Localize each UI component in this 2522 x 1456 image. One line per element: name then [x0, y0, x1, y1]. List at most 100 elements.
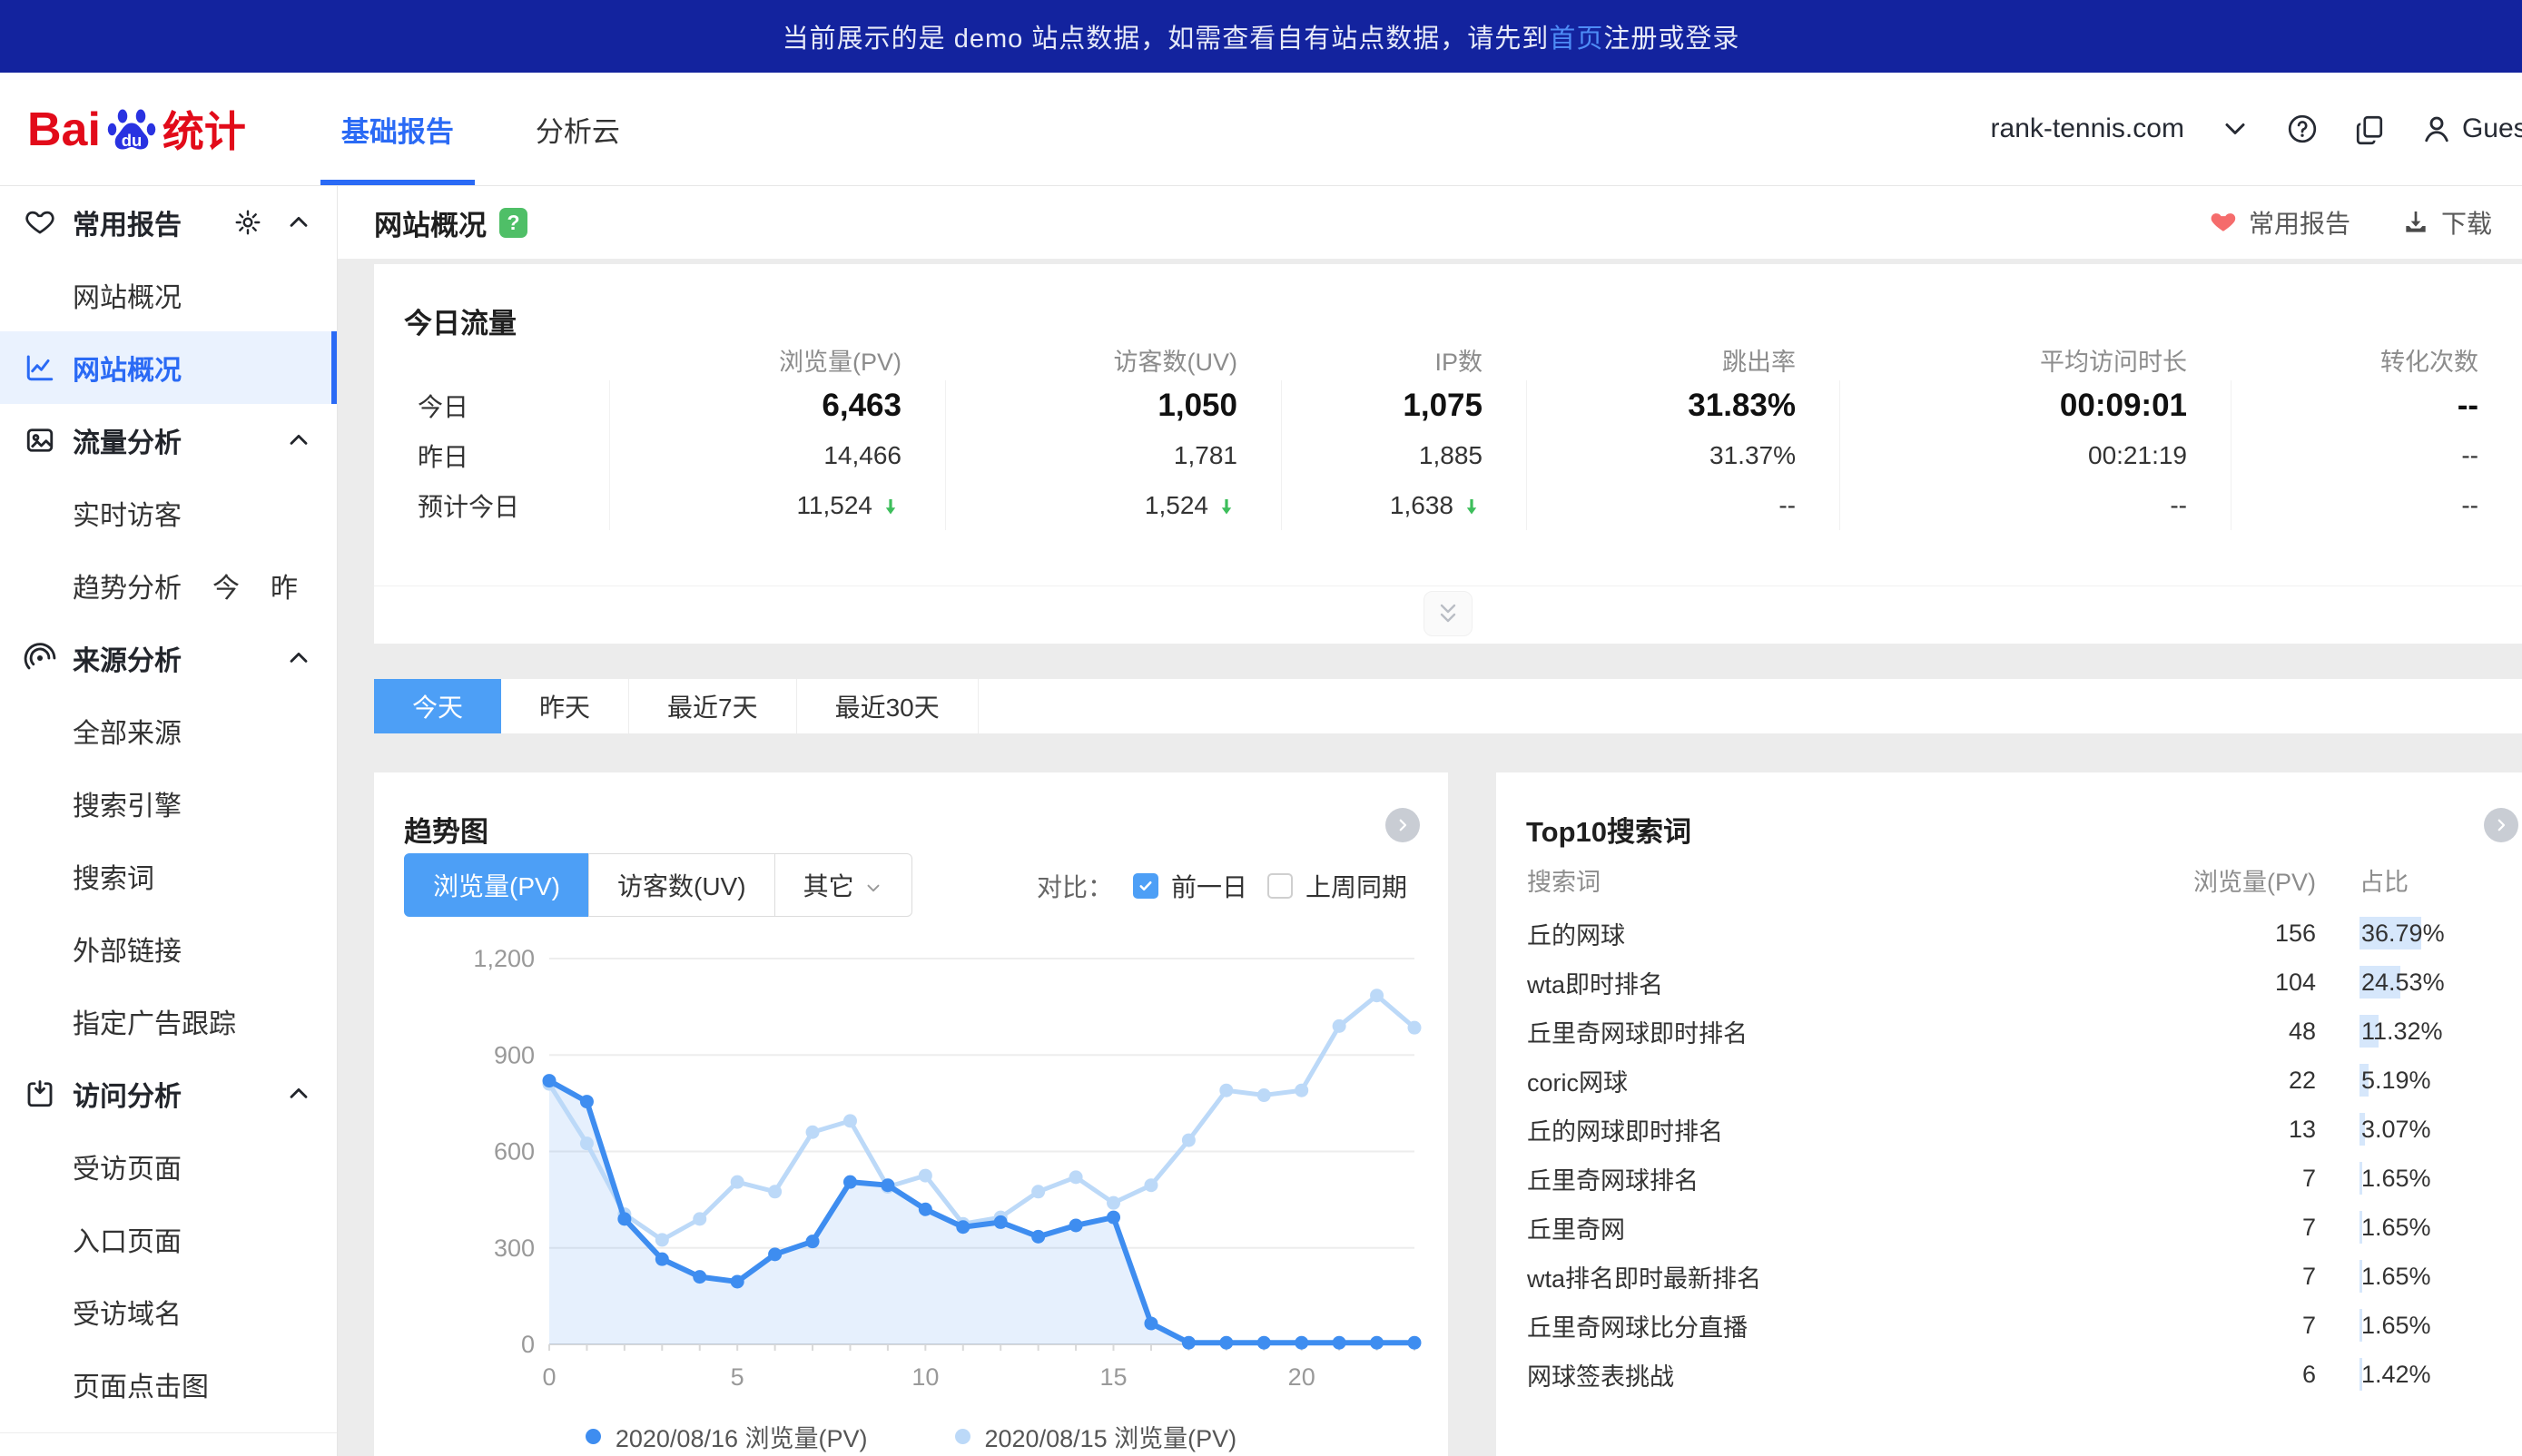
sidebar-item-all-sources[interactable]: 全部来源: [0, 694, 337, 767]
chevron-up-icon: [284, 426, 313, 455]
download-label: 下载: [2441, 204, 2492, 241]
sidebar-item-search-terms[interactable]: 搜索词: [0, 840, 337, 912]
legend-item[interactable]: 2020/08/15 浏览量(PV): [955, 1419, 1237, 1454]
trend-down-arrow-icon: [1216, 495, 1237, 516]
search-term-share: 11.32%: [2359, 1018, 2522, 1046]
chevron-up-icon: [284, 208, 313, 237]
sidebar-item-label: 指定广告跟踪: [73, 1001, 236, 1041]
tab-analysis-cloud[interactable]: 分析云: [495, 73, 661, 185]
user-name: Guest: [2462, 113, 2522, 144]
top10-row[interactable]: 网球签表挑战61.42%: [1496, 1350, 2522, 1399]
sidebar-item-favorites[interactable]: 常用报告: [0, 186, 337, 259]
trend-icon: [24, 351, 56, 384]
sidebar-item-visited-domains[interactable]: 受访域名: [0, 1275, 337, 1348]
search-term: wta排名即时最新排名: [1527, 1259, 2180, 1294]
top10-row[interactable]: 丘里奇网球排名71.65%: [1496, 1154, 2522, 1203]
chevron-up-icon: [284, 1079, 313, 1108]
top10-row[interactable]: 丘里奇网球比分直播71.65%: [1496, 1301, 2522, 1350]
sidebar-item-traffic-analysis[interactable]: 流量分析: [0, 404, 337, 477]
traffic-column-header: 平均访问时长: [1839, 342, 2231, 378]
home-link[interactable]: 首页: [1549, 17, 1603, 55]
sidebar-item-entry-pages[interactable]: 入口页面: [0, 1203, 337, 1275]
sidebar-item-page-click-map[interactable]: 页面点击图: [0, 1348, 337, 1421]
svg-text:600: 600: [494, 1138, 535, 1166]
top10-row[interactable]: coric网球225.19%: [1496, 1056, 2522, 1105]
top10-row[interactable]: wta排名即时最新排名71.65%: [1496, 1252, 2522, 1301]
expand-more-button[interactable]: [1424, 591, 1473, 636]
traffic-value: 1,050: [945, 380, 1281, 430]
sidebar-item-realtime-visitors[interactable]: 实时访客: [0, 477, 337, 549]
today-traffic-table: 浏览量(PV)访客数(UV)IP数跳出率平均访问时长转化次数今日6,4631,0…: [374, 339, 2522, 530]
sidebar-item-label: 常用报告: [73, 202, 182, 242]
legend-item[interactable]: 2020/08/16 浏览量(PV): [586, 1419, 868, 1454]
search-term-pv: 6: [2180, 1361, 2316, 1389]
sidebar-item-source-analysis[interactable]: 来源分析: [0, 622, 337, 694]
search-term: 丘里奇网: [1527, 1210, 2180, 1245]
range-tab-2[interactable]: 最近7天: [629, 679, 797, 733]
sidebar-item-visit-analysis[interactable]: 访问分析: [0, 1058, 337, 1130]
sidebar-item-label: 网站概况: [73, 275, 182, 315]
download-button[interactable]: 下载: [2401, 204, 2492, 241]
search-term-pv: 7: [2180, 1312, 2316, 1340]
search-term: 丘里奇网球排名: [1527, 1161, 2180, 1196]
top10-detail-arrow-button[interactable]: [2484, 808, 2518, 842]
range-tab-3[interactable]: 最近30天: [797, 679, 979, 733]
svg-text:0: 0: [542, 1363, 556, 1391]
copy-icon[interactable]: [2353, 113, 2386, 145]
help-icon[interactable]: [2286, 113, 2319, 145]
chart-legend: 2020/08/16 浏览量(PV) 2020/08/15 浏览量(PV): [374, 1419, 1448, 1454]
sidebar-item-visited-pages[interactable]: 受访页面: [0, 1130, 337, 1203]
top10-row[interactable]: 丘的网球即时排名133.07%: [1496, 1105, 2522, 1154]
sidebar-item-site-overview-fav[interactable]: 网站概况: [0, 259, 337, 331]
site-selector[interactable]: rank-tennis.com: [1991, 113, 2184, 144]
top10-row[interactable]: wta即时排名10424.53%: [1496, 958, 2522, 1007]
sidebar-item-ad-tracking[interactable]: 指定广告跟踪: [0, 985, 337, 1058]
top10-row[interactable]: 丘里奇网71.65%: [1496, 1203, 2522, 1252]
user-menu[interactable]: Guest: [2420, 113, 2522, 145]
favorite-report-button[interactable]: 常用报告: [2209, 204, 2350, 241]
traffic-row-label: 今日: [374, 388, 609, 424]
sidebar-item-label: 搜索词: [73, 856, 154, 896]
gear-icon[interactable]: [233, 208, 262, 237]
help-badge-icon[interactable]: ?: [499, 208, 527, 238]
search-term-pv: 104: [2180, 969, 2316, 997]
traffic-value: --: [2231, 480, 2522, 530]
traffic-value: 1,781: [945, 430, 1281, 480]
sidebar-item-label: 网站概况: [73, 348, 182, 388]
range-tab-0[interactable]: 今天: [374, 679, 501, 733]
traffic-value: 31.37%: [1526, 430, 1839, 480]
sidebar-item-label: 来源分析: [73, 638, 182, 678]
banner-text-after: 注册或登录: [1603, 17, 1739, 55]
svg-text:du: du: [122, 131, 143, 150]
top10-row[interactable]: 丘里奇网球即时排名4811.32%: [1496, 1007, 2522, 1056]
traffic-value: 1,885: [1281, 430, 1526, 480]
sidebar-item-label: 受访页面: [73, 1146, 182, 1186]
top10-row[interactable]: 丘的网球15636.79%: [1496, 909, 2522, 958]
sidebar-item-site-overview[interactable]: 网站概况: [0, 331, 337, 404]
traffic-value: --: [2231, 380, 2522, 430]
top10-title: Top10搜索词: [1526, 809, 1691, 850]
heart-icon: [24, 206, 56, 239]
traffic-value: 00:21:19: [1839, 430, 2231, 480]
sidebar-quick-link[interactable]: 昨: [271, 566, 298, 605]
sidebar-quick-link[interactable]: 今: [212, 566, 240, 605]
top10-col-pv: 浏览量(PV): [2180, 862, 2316, 898]
svg-text:1,200: 1,200: [473, 945, 535, 972]
sidebar-item-external-links[interactable]: 外部链接: [0, 912, 337, 985]
legend-dot-icon: [955, 1429, 970, 1444]
search-term-share: 1.65%: [2359, 1263, 2522, 1291]
search-term-pv: 22: [2180, 1067, 2316, 1095]
range-tab-1[interactable]: 昨天: [501, 679, 629, 733]
tab-basic-report[interactable]: 基础报告: [300, 73, 495, 185]
chevron-down-icon[interactable]: [2219, 113, 2251, 145]
traffic-value: --: [1839, 480, 2231, 530]
sidebar-item-trend-analysis[interactable]: 趋势分析今昨: [0, 549, 337, 622]
chevron-up-icon: [284, 644, 313, 673]
baidu-tongji-logo[interactable]: Bai du 统计: [27, 104, 246, 153]
search-term-share: 1.42%: [2359, 1361, 2522, 1389]
sidebar-item-label: 入口页面: [73, 1219, 182, 1259]
top10-rows: 丘的网球15636.79%wta即时排名10424.53%丘里奇网球即时排名48…: [1496, 909, 2522, 1399]
sidebar-item-search-engines[interactable]: 搜索引擎: [0, 767, 337, 840]
trend-down-arrow-icon: [1461, 495, 1483, 516]
search-term-share: 24.53%: [2359, 969, 2522, 997]
